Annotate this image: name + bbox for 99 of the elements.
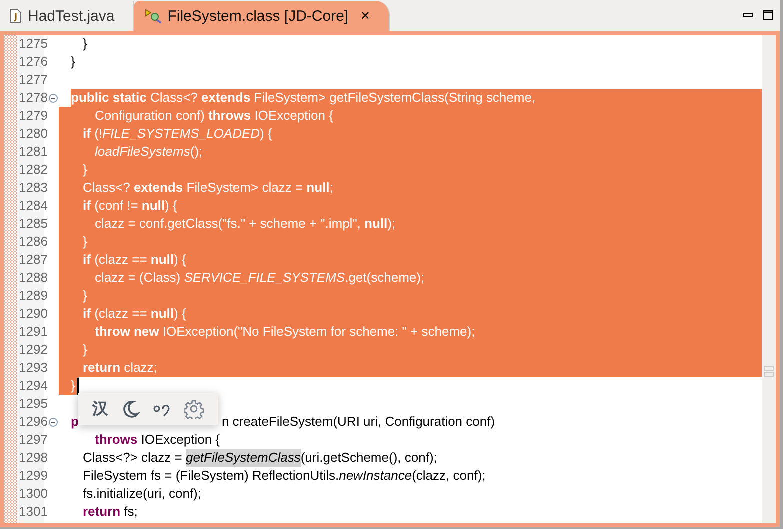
class-file-icon	[144, 8, 162, 24]
code-text: if	[82, 305, 91, 323]
code-text: }	[71, 53, 76, 71]
code-text: throw new	[94, 323, 160, 341]
line-number: 1285	[18, 215, 49, 233]
line-number: 1291	[18, 323, 49, 341]
line-number: 1293	[18, 359, 49, 377]
code-text: (uri.getScheme(), conf);	[300, 449, 438, 467]
line-number: 1283	[18, 179, 49, 197]
line-number: 1301	[18, 503, 49, 521]
maximize-icon[interactable]	[763, 10, 774, 21]
line-number: 1297	[18, 431, 49, 449]
line-number: 1294	[18, 377, 49, 395]
code-text: extends	[201, 89, 251, 107]
code-text: (!	[94, 125, 103, 143]
line-number: 1276	[18, 53, 49, 71]
line-number: 1289	[18, 287, 49, 305]
code-text: }	[82, 341, 88, 359]
code-text: IOException {	[254, 107, 334, 125]
code-text: (clazz ==	[94, 305, 148, 323]
java-file-icon	[10, 8, 22, 24]
code-text: clazz = (Class)	[94, 269, 182, 287]
code-text: throws	[208, 107, 252, 125]
line-number: 1295	[18, 395, 49, 413]
code-text: );	[388, 215, 396, 233]
code-text: getFileSystemClass	[186, 449, 301, 467]
code-text: fs.initialize(uri, conf);	[82, 485, 202, 503]
code-text: ) {	[165, 197, 178, 215]
code-text: Configuration conf)	[94, 107, 206, 125]
code-text: ();	[190, 143, 203, 161]
code-text: FileSystem> clazz =	[186, 179, 304, 197]
code-text: ;	[330, 179, 334, 197]
code-text: }	[82, 233, 88, 251]
line-number: 1279	[18, 107, 49, 125]
line-number: 1284	[18, 197, 49, 215]
code-text: null	[364, 215, 388, 233]
code-text: (clazz ==	[94, 251, 148, 269]
code-text: clazz;	[123, 359, 158, 377]
code-text: SERVICE_FILE_SYSTEMS	[184, 269, 346, 287]
code-text: extends	[134, 179, 184, 197]
minimize-icon[interactable]	[743, 13, 753, 18]
line-number: 1296	[18, 413, 49, 431]
code-text: }	[82, 35, 88, 53]
code-text: return	[82, 359, 121, 377]
code-text: FILE_SYSTEMS_LOADED	[102, 125, 260, 143]
code-text: Class<?> clazz =	[82, 449, 184, 467]
line-number: 1286	[18, 233, 49, 251]
code-text: (conf !=	[94, 197, 140, 215]
code-text: IOException("No FileSystem for scheme: " + scheme);	[162, 323, 476, 341]
code-text: if	[82, 251, 91, 269]
line-number: 1287	[18, 251, 49, 269]
line-number: 1290	[18, 305, 49, 323]
code-text: fs;	[123, 503, 138, 521]
line-number: 1280	[18, 125, 49, 143]
code-text: ) {	[260, 125, 272, 143]
code-text: clazz = conf.getClass("fs." + scheme + ".impl",	[94, 215, 362, 233]
line-number: 1300	[18, 485, 49, 503]
code-text: p	[71, 413, 79, 431]
line-number: 1298	[18, 449, 49, 467]
code-text: (clazz, conf);	[412, 467, 486, 485]
code-text: return	[82, 503, 121, 521]
code-text: FileSystem> getFileSystemClass(String scheme,	[253, 89, 536, 107]
close-tab-button[interactable]: ✕	[360, 9, 371, 23]
code-text: Class<?	[82, 179, 132, 197]
code-text: ) {	[174, 305, 186, 323]
line-number: 1281	[18, 143, 49, 161]
code-text: null	[306, 179, 330, 197]
code-text: if	[82, 125, 91, 143]
line-number: 1299	[18, 467, 49, 485]
code-text: if	[82, 197, 91, 215]
code-text: n createFileSystem(URI uri, Configuration conf)	[222, 413, 496, 431]
code-text: null	[142, 197, 166, 215]
collapse-icon[interactable]	[49, 94, 58, 102]
line-number: 1277	[18, 71, 49, 89]
annotation-icon	[764, 366, 774, 378]
moon-icon[interactable]	[122, 400, 140, 418]
settings-icon[interactable]	[184, 399, 204, 419]
code-text: IOException {	[140, 431, 220, 449]
code-text: }	[71, 377, 76, 395]
code-text: }	[82, 161, 88, 179]
line-number: 1275	[18, 35, 49, 53]
code-text: .get(scheme);	[345, 269, 425, 287]
code-text: null	[150, 305, 174, 323]
line-number: 1292	[18, 341, 49, 359]
code-text: public static	[71, 89, 147, 107]
code-text: Class<?	[149, 89, 199, 107]
line-number: 1278	[18, 89, 49, 107]
editor-tab[interactable]: FileSystem.class [JD-Core] ✕	[134, 1, 390, 31]
translate-button[interactable]: 汉	[92, 398, 108, 420]
code-text: null	[150, 251, 174, 269]
code-text: FileSystem fs = (FileSystem) ReflectionUtils.	[82, 467, 340, 485]
collapse-icon[interactable]	[49, 418, 58, 426]
code-text: }	[82, 287, 88, 305]
code-text: throws	[94, 431, 138, 449]
line-number: 1282	[18, 161, 49, 179]
line-number: 1288	[18, 269, 49, 287]
code-text: newInstance	[339, 467, 412, 485]
code-text: ) {	[174, 251, 186, 269]
code-text: loadFileSystems	[94, 143, 190, 161]
